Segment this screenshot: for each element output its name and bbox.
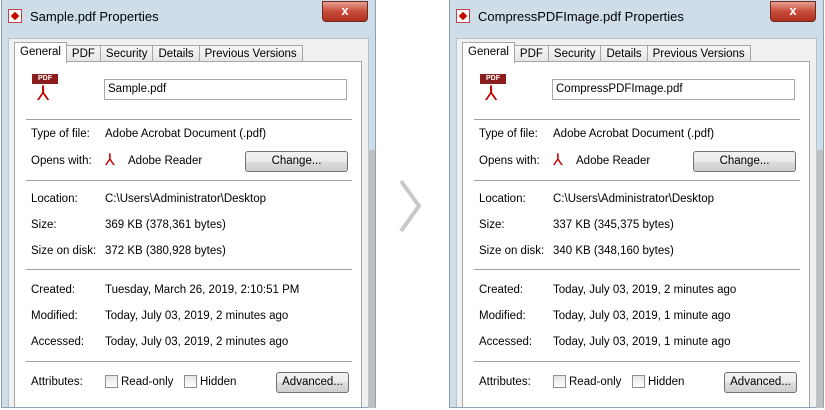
close-icon: x: [789, 3, 797, 18]
divider: [26, 361, 352, 362]
properties-window-compress: CompressPDFImage.pdf Properties x Genera…: [449, 0, 824, 408]
tab-strip: General PDF Security Details Previous Ve…: [462, 42, 751, 63]
hidden-checkbox[interactable]: [184, 375, 197, 388]
size-value: 369 KB (378,361 bytes): [105, 219, 226, 231]
title-bar[interactable]: Sample.pdf Properties x: [2, 0, 375, 34]
location-value: C:\Users\Administrator\Desktop: [553, 193, 715, 205]
readonly-label: Read-only: [121, 376, 174, 388]
location-label: Location:: [479, 193, 526, 205]
general-pane: PDF ⅄ CompressPDFImage.pdf Type of file:…: [462, 61, 810, 407]
divider: [474, 361, 800, 362]
readonly-checkbox[interactable]: [553, 375, 566, 388]
readonly-checkbox[interactable]: [105, 375, 118, 388]
divider: [474, 119, 800, 120]
divider: [474, 180, 800, 181]
created-value: Today, July 03, 2019, 2 minutes ago: [553, 284, 737, 296]
divider: [26, 119, 352, 120]
properties-window-sample: Sample.pdf Properties x General PDF Secu…: [1, 0, 376, 408]
change-button[interactable]: Change...: [245, 151, 348, 172]
close-icon: x: [341, 3, 349, 18]
type-of-file-label: Type of file:: [31, 128, 90, 140]
location-value: C:\Users\Administrator\Desktop: [105, 193, 267, 205]
accessed-label: Accessed:: [31, 336, 85, 348]
general-pane: PDF ⅄ Sample.pdf Type of file: Adobe Acr…: [14, 61, 362, 407]
readonly-label: Read-only: [569, 376, 622, 388]
file-name-field[interactable]: CompressPDFImage.pdf: [552, 79, 795, 100]
file-name-field[interactable]: Sample.pdf: [104, 79, 347, 100]
size-on-disk-label: Size on disk:: [31, 245, 97, 257]
scrollbar: [817, 150, 823, 408]
modified-value: Today, July 03, 2019, 2 minutes ago: [105, 310, 289, 322]
size-on-disk-label: Size on disk:: [479, 245, 545, 257]
hidden-label: Hidden: [648, 376, 685, 388]
divider: [26, 269, 352, 270]
divider: [474, 269, 800, 270]
modified-value: Today, July 03, 2019, 1 minute ago: [553, 310, 731, 322]
tab-strip: General PDF Security Details Previous Ve…: [14, 42, 303, 63]
created-label: Created:: [31, 284, 76, 296]
tab-general[interactable]: General: [462, 42, 515, 63]
opens-with-label: Opens with:: [31, 155, 92, 167]
window-title: CompressPDFImage.pdf Properties: [478, 9, 684, 24]
hidden-label: Hidden: [200, 376, 237, 388]
dialog-body: General PDF Security Details Previous Ve…: [456, 38, 817, 407]
pdf-file-icon: PDF ⅄: [29, 74, 63, 104]
size-on-disk-value: 340 KB (348,160 bytes): [553, 245, 674, 257]
accessed-label: Accessed:: [479, 336, 533, 348]
close-button[interactable]: x: [770, 1, 816, 22]
title-bar[interactable]: CompressPDFImage.pdf Properties x: [450, 0, 823, 34]
type-of-file-label: Type of file:: [479, 128, 538, 140]
modified-label: Modified:: [479, 310, 526, 322]
opens-with-label: Opens with:: [479, 155, 540, 167]
adobe-reader-icon: ⅄: [553, 152, 563, 169]
size-value: 337 KB (345,375 bytes): [553, 219, 674, 231]
location-label: Location:: [31, 193, 78, 205]
divider: [26, 180, 352, 181]
advanced-button[interactable]: Advanced...: [276, 372, 349, 393]
size-label: Size:: [31, 219, 57, 231]
close-button[interactable]: x: [322, 1, 368, 22]
created-value: Tuesday, March 26, 2019, 2:10:51 PM: [105, 284, 300, 296]
window-title: Sample.pdf Properties: [30, 9, 159, 24]
adobe-reader-icon: ⅄: [105, 152, 115, 169]
attributes-label: Attributes:: [31, 376, 83, 388]
advanced-button[interactable]: Advanced...: [724, 372, 797, 393]
scrollbar: [369, 150, 375, 408]
modified-label: Modified:: [31, 310, 78, 322]
tab-general[interactable]: General: [14, 42, 67, 63]
pdf-file-icon: [456, 9, 470, 23]
chevron-right-icon: [399, 179, 422, 233]
change-button[interactable]: Change...: [693, 151, 796, 172]
attributes-label: Attributes:: [479, 376, 531, 388]
type-of-file-value: Adobe Acrobat Document (.pdf): [553, 128, 715, 140]
size-on-disk-value: 372 KB (380,928 bytes): [105, 245, 226, 257]
accessed-value: Today, July 03, 2019, 2 minutes ago: [105, 336, 289, 348]
created-label: Created:: [479, 284, 524, 296]
size-label: Size:: [479, 219, 505, 231]
type-of-file-value: Adobe Acrobat Document (.pdf): [105, 128, 267, 140]
pdf-file-icon: PDF ⅄: [477, 74, 511, 104]
pdf-file-icon: [8, 9, 22, 23]
hidden-checkbox[interactable]: [632, 375, 645, 388]
opens-with-value: Adobe Reader: [576, 155, 651, 167]
opens-with-value: Adobe Reader: [128, 155, 203, 167]
accessed-value: Today, July 03, 2019, 1 minute ago: [553, 336, 731, 348]
dialog-body: General PDF Security Details Previous Ve…: [8, 38, 369, 407]
